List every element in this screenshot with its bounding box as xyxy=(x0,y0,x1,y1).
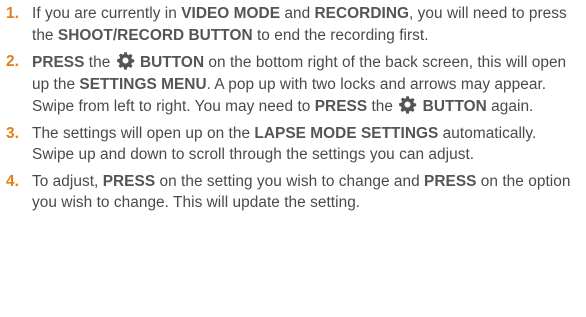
body-text: on the setting you wish to change and xyxy=(155,172,425,190)
step-number: 3. xyxy=(6,124,19,142)
list-item: 3. The settings will open up on the LAPSE… xyxy=(4,123,582,166)
list-item: 1. If you are currently in VIDEO MODE and… xyxy=(4,3,582,46)
steps-list: 1. If you are currently in VIDEO MODE and… xyxy=(4,3,582,214)
emphasized-text: BUTTON xyxy=(418,98,487,115)
emphasized-text: LAPSE MODE SETTINGS xyxy=(254,124,439,142)
step-text: The settings will open up on the LAPSE M… xyxy=(32,125,536,164)
emphasized-text: VIDEO MODE xyxy=(181,5,281,22)
body-text: The settings will open up on the xyxy=(32,124,255,142)
emphasized-text: PRESS xyxy=(102,172,156,190)
emphasized-text: SHOOT/RECORD BUTTON xyxy=(57,26,253,44)
instructions-document: 1. If you are currently in VIDEO MODE and… xyxy=(0,0,586,317)
step-text: PRESS the BUTTON on the bottom right of … xyxy=(32,52,566,115)
step-text: To adjust, PRESS on the setting you wish… xyxy=(32,173,570,212)
list-item: 2. PRESS the BUTTON on the bottom right o… xyxy=(4,51,582,118)
body-text: To adjust, xyxy=(32,172,103,190)
gear-icon xyxy=(399,96,417,114)
body-text: again. xyxy=(486,98,534,115)
step-number: 4. xyxy=(6,172,19,190)
emphasized-text: SETTINGS MENU xyxy=(79,75,207,93)
emphasized-text: RECORDING xyxy=(314,5,410,22)
step-number: 2. xyxy=(6,53,19,70)
gear-icon xyxy=(116,52,134,70)
body-text: the xyxy=(367,98,398,115)
emphasized-text: PRESS xyxy=(314,98,368,115)
emphasized-text: PRESS xyxy=(32,54,85,71)
emphasized-text: BUTTON xyxy=(135,54,205,71)
body-text: the xyxy=(84,54,115,71)
list-item: 4. To adjust, PRESS on the setting you wi… xyxy=(4,171,582,214)
body-text: and xyxy=(280,5,315,22)
body-text: to end the recording first. xyxy=(252,26,429,44)
step-text: If you are currently in VIDEO MODE and R… xyxy=(32,5,567,44)
emphasized-text: PRESS xyxy=(424,172,477,190)
step-number: 1. xyxy=(6,5,19,22)
body-text: If you are currently in xyxy=(32,5,182,22)
